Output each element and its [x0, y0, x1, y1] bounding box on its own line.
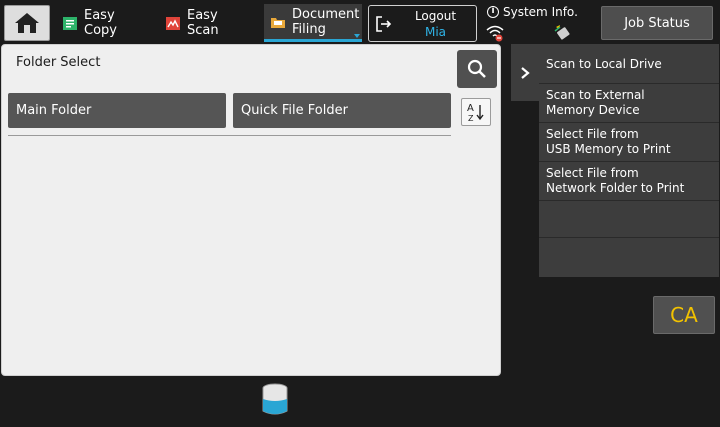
wifi-disconnected-icon — [486, 25, 504, 42]
action-scan-to-local-drive[interactable]: Scan to Local Drive — [539, 49, 719, 84]
action-panel: Scan to Local Drive Scan to External Mem… — [539, 44, 719, 277]
info-icon: i — [487, 6, 499, 18]
dialog-title: Folder Select — [16, 55, 101, 70]
tab-easy-scan-line1: Easy — [187, 8, 218, 23]
action-select-file-network-print[interactable]: Select File from Network Folder to Print — [539, 163, 719, 201]
tab-document-filing-line2: Filing — [292, 21, 326, 37]
action-label-line2: USB Memory to Print — [546, 142, 671, 156]
tab-easy-scan-line2: Scan — [187, 23, 219, 38]
tab-easy-copy-line2: Copy — [84, 23, 117, 38]
folder-select-dialog: Folder Select Main Folder Quick File Fol… — [1, 44, 501, 376]
quick-file-folder-button[interactable]: Quick File Folder — [233, 93, 451, 128]
action-panel-toggle[interactable] — [511, 44, 539, 101]
logout-button[interactable]: Logout Mia — [368, 5, 477, 42]
toner-icon — [262, 383, 288, 415]
tab-easy-scan[interactable]: Easy Scan — [165, 4, 255, 42]
tab-easy-copy[interactable]: Easy Copy — [62, 4, 152, 42]
search-icon — [467, 59, 486, 78]
action-label-line1: Select File from — [546, 166, 639, 180]
divider — [8, 135, 451, 136]
home-icon — [15, 13, 39, 33]
job-status-button[interactable]: Job Status — [601, 6, 713, 40]
action-label-line1: Select File from — [546, 127, 639, 141]
action-label-line2: Memory Device — [546, 103, 640, 117]
tab-easy-copy-line1: Easy — [84, 8, 115, 23]
action-select-file-usb-print[interactable]: Select File from USB Memory to Print — [539, 124, 719, 162]
tab-document-filing[interactable]: Document Filing — [264, 4, 362, 42]
system-info-label: System Info. — [503, 5, 578, 19]
folder-icon — [270, 14, 286, 30]
copy-icon — [62, 15, 78, 31]
action-empty-slot — [539, 202, 719, 238]
usb-icon — [554, 25, 570, 40]
search-button[interactable] — [457, 50, 497, 88]
action-label-line1: Scan to Local Drive — [546, 57, 662, 71]
logout-icon — [376, 16, 392, 32]
home-button[interactable] — [4, 5, 50, 41]
svg-text:A: A — [467, 103, 474, 114]
system-info-button[interactable]: i System Info. — [487, 5, 578, 19]
logout-label: Logout — [414, 9, 457, 23]
main-folder-button[interactable]: Main Folder — [8, 93, 226, 128]
action-label-line2: Network Folder to Print — [546, 181, 685, 195]
svg-text:Z: Z — [468, 114, 474, 123]
action-label-line1: Scan to External — [546, 88, 645, 102]
clear-all-button[interactable]: CA — [653, 296, 715, 334]
sort-az-icon: A Z — [467, 103, 484, 123]
chevron-right-icon — [521, 66, 530, 79]
action-scan-to-external-memory[interactable]: Scan to External Memory Device — [539, 85, 719, 123]
logged-in-user: Mia — [424, 25, 447, 39]
sort-button[interactable]: A Z — [461, 98, 491, 126]
scan-icon — [165, 15, 181, 31]
dropdown-caret-icon — [354, 34, 360, 38]
tab-document-filing-line1: Document — [292, 6, 360, 22]
